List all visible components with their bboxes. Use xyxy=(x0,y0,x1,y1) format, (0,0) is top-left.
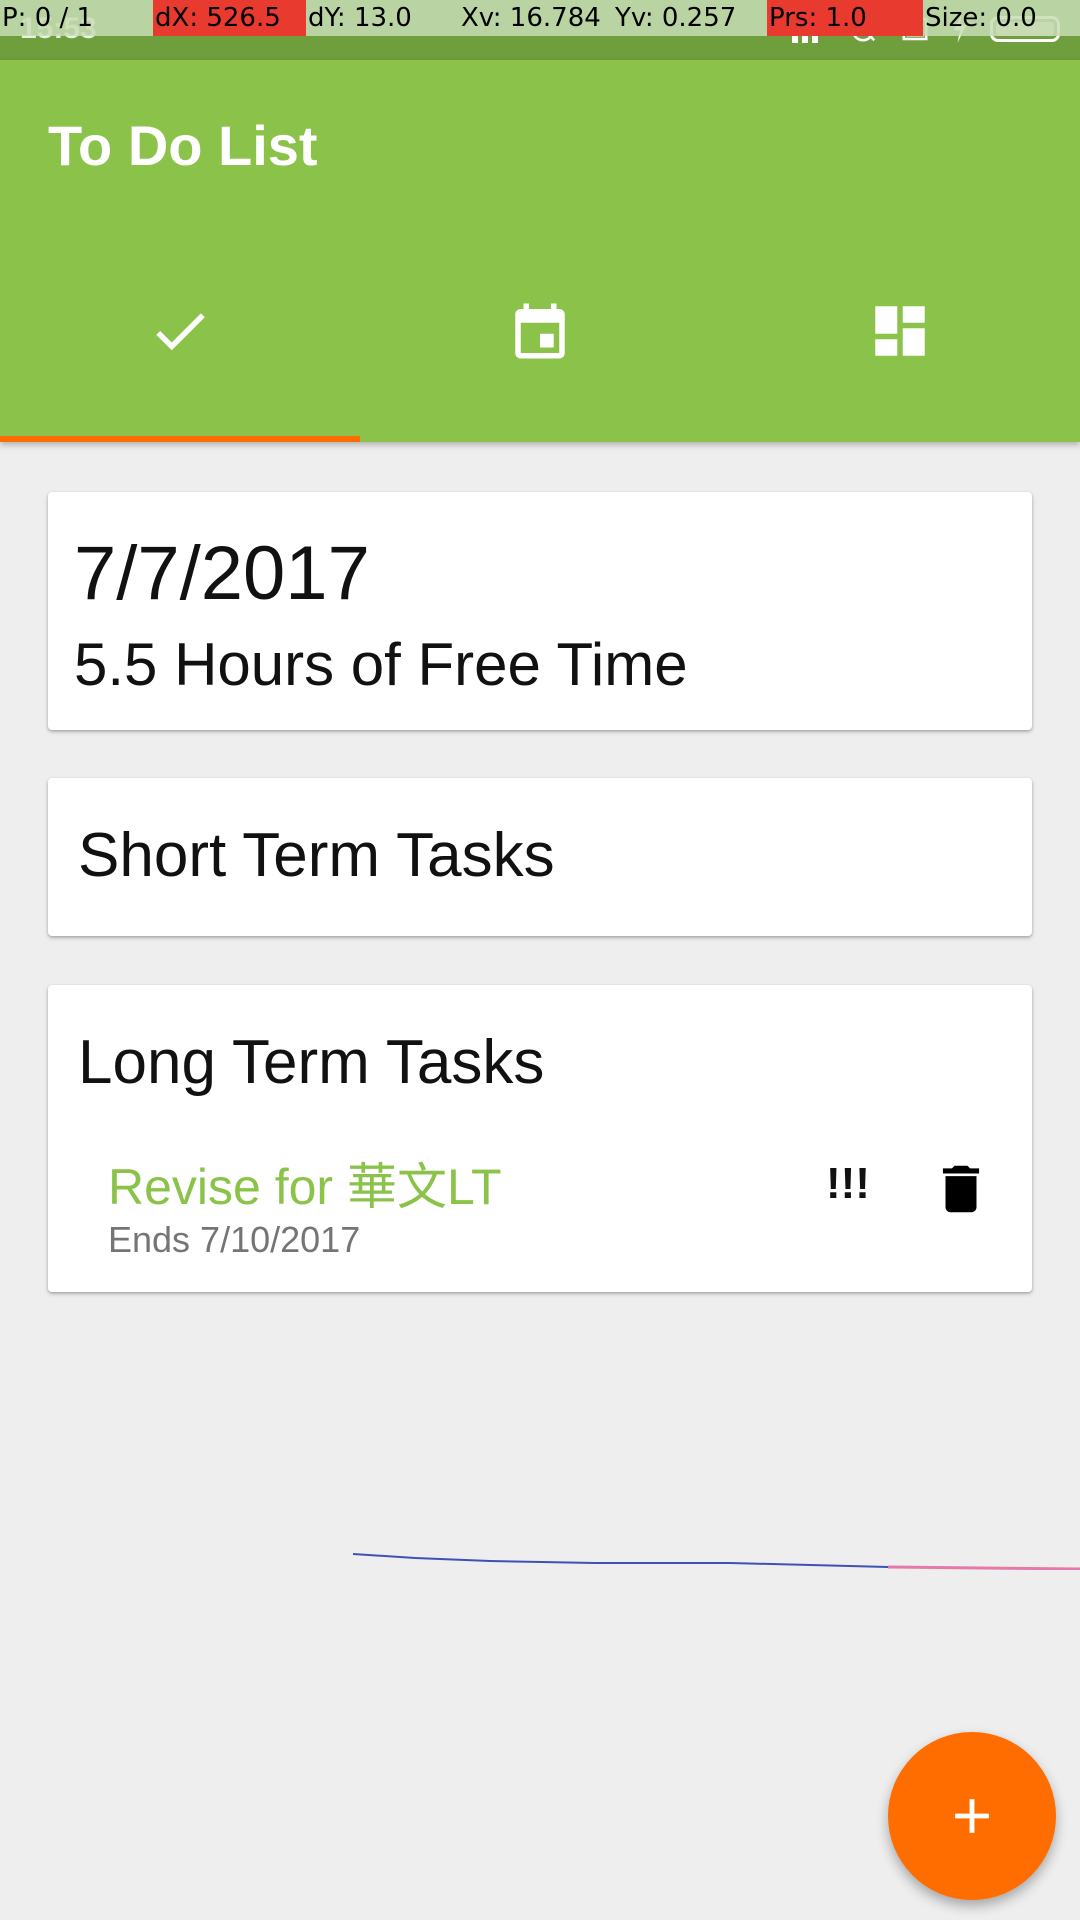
plus-icon xyxy=(955,1799,989,1833)
pointer-dx: dX: 526.5 xyxy=(153,0,306,36)
pointer-location-overlay: P: 0 / 1 dX: 526.5 dY: 13.0 Xv: 16.784 Y… xyxy=(0,0,1080,36)
short-term-title: Short Term Tasks xyxy=(78,821,555,890)
dashboard-icon xyxy=(875,306,925,356)
calendar-icon xyxy=(515,303,565,359)
pointer-size: Size: 0.0 xyxy=(923,0,1080,36)
pointer-count: P: 0 / 1 xyxy=(0,0,153,36)
gesture-trace xyxy=(352,1553,1080,1570)
tab-calendar[interactable] xyxy=(360,260,720,442)
task-priority[interactable]: !!! xyxy=(826,1159,870,1209)
screen: 15:53 P: 0 / 1 dX: 526.5 dY: 13.0 Xv: 16… xyxy=(0,0,1080,1920)
pointer-yv: Yv: 0.257 xyxy=(613,0,767,36)
date-card: 7/7/2017 5.5 Hours of Free Time xyxy=(48,492,1032,730)
long-term-card[interactable]: Long Term Tasks Revise for 華文LT Ends 7/1… xyxy=(48,985,1032,1292)
app-bar: To Do List xyxy=(0,60,1080,442)
date-text: 7/7/2017 xyxy=(74,531,370,616)
pointer-dy: dY: 13.0 xyxy=(306,0,459,36)
task-title[interactable]: Revise for 華文LT xyxy=(108,1147,502,1219)
check-icon xyxy=(156,313,205,351)
tab-indicator xyxy=(0,436,360,442)
tab-dashboard[interactable] xyxy=(720,260,1080,442)
short-term-card[interactable]: Short Term Tasks xyxy=(48,778,1032,936)
task-end-date: Ends 7/10/2017 xyxy=(108,1219,361,1260)
pointer-pressure: Prs: 1.0 xyxy=(767,0,923,36)
delete-icon[interactable] xyxy=(930,1155,992,1223)
long-term-title: Long Term Tasks xyxy=(78,1028,545,1097)
tab-tasks[interactable] xyxy=(0,260,360,442)
add-task-button[interactable] xyxy=(888,1732,1056,1900)
tab-bar xyxy=(0,260,1080,442)
pointer-xv: Xv: 16.784 xyxy=(459,0,613,36)
app-title: To Do List xyxy=(48,114,318,177)
task-item[interactable]: Revise for 華文LT Ends 7/10/2017 !!! xyxy=(108,1147,1032,1260)
free-time-text: 5.5 Hours of Free Time xyxy=(74,631,688,698)
